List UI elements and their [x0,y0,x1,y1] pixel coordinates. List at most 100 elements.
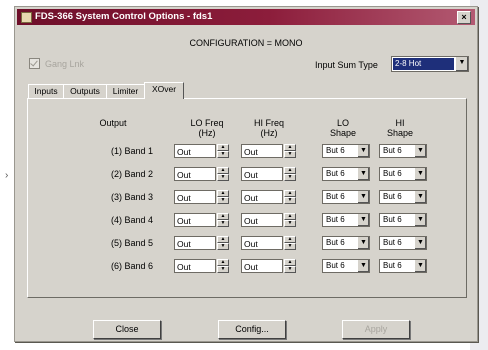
lo-freq-spinner[interactable]: ▲ ▼ [217,190,229,204]
spin-up-icon[interactable]: ▲ [284,213,296,220]
hi-freq-input[interactable]: Out [241,259,283,273]
chevron-down-icon[interactable]: ▼ [414,191,426,203]
hi-shape-select[interactable]: But 6 ▼ [379,213,427,227]
chevron-down-icon[interactable]: ▼ [357,168,369,180]
spin-up-icon[interactable]: ▲ [217,213,229,220]
chevron-down-icon[interactable]: ▼ [414,237,426,249]
lo-freq-spinner[interactable]: ▲ ▼ [217,144,229,158]
lo-freq-input[interactable]: Out [174,190,216,204]
input-sum-type-select[interactable]: 2-8 Hot ▼ [391,56,469,72]
chevron-down-icon[interactable]: ▼ [414,168,426,180]
hi-shape-select[interactable]: But 6 ▼ [379,144,427,158]
lo-shape-value: But 6 [326,192,345,201]
hi-shape-select[interactable]: But 6 ▼ [379,167,427,181]
spin-down-icon[interactable]: ▼ [284,220,296,227]
lo-freq-input[interactable]: Out [174,236,216,250]
hi-freq-spinner[interactable]: ▲ ▼ [284,144,296,158]
hi-freq-spinner[interactable]: ▲ ▼ [284,190,296,204]
hi-shape-value: But 6 [383,261,402,270]
chevron-down-icon[interactable]: ▼ [357,214,369,226]
hi-shape-header: HI Shape [386,118,414,138]
lo-freq-input[interactable]: Out [174,144,216,158]
spin-up-icon[interactable]: ▲ [217,236,229,243]
lo-freq-spinner[interactable]: ▲ ▼ [217,259,229,273]
lo-freq-input[interactable]: Out [174,167,216,181]
spin-down-icon[interactable]: ▼ [217,174,229,181]
hi-freq-input[interactable]: Out [241,167,283,181]
spin-down-icon[interactable]: ▼ [217,197,229,204]
gang-checkbox[interactable]: Gang Lnk [29,58,84,69]
spin-up-icon[interactable]: ▲ [284,144,296,151]
hi-freq-input[interactable]: Out [241,144,283,158]
spin-down-icon[interactable]: ▼ [284,174,296,181]
chevron-down-icon[interactable]: ▼ [414,145,426,157]
chevron-down-icon[interactable]: ▼ [357,145,369,157]
tab-outputs[interactable]: Outputs [63,84,107,98]
hi-shape-select[interactable]: But 6 ▼ [379,236,427,250]
lo-shape-select[interactable]: But 6 ▼ [322,144,370,158]
hi-freq-spinner[interactable]: ▲ ▼ [284,213,296,227]
spin-down-icon[interactable]: ▼ [217,151,229,158]
hi-freq-spinner[interactable]: ▲ ▼ [284,236,296,250]
chevron-down-icon[interactable]: ▼ [414,214,426,226]
chevron-down-icon[interactable]: ▼ [357,237,369,249]
tab-inputs[interactable]: Inputs [28,84,64,98]
spin-down-icon[interactable]: ▼ [217,266,229,273]
hi-shape-value: But 6 [383,192,402,201]
lo-shape-select[interactable]: But 6 ▼ [322,190,370,204]
lo-shape-select[interactable]: But 6 ▼ [322,213,370,227]
chevron-down-icon[interactable]: ▼ [357,191,369,203]
lo-freq-spinner[interactable]: ▲ ▼ [217,213,229,227]
spin-up-icon[interactable]: ▲ [217,144,229,151]
spin-down-icon[interactable]: ▼ [284,266,296,273]
hi-freq-input[interactable]: Out [241,213,283,227]
spin-up-icon[interactable]: ▲ [217,167,229,174]
hi-shape-select[interactable]: But 6 ▼ [379,190,427,204]
lo-shape-value: But 6 [326,146,345,155]
lo-freq-spinner[interactable]: ▲ ▼ [217,167,229,181]
desktop-mark: › [5,170,9,181]
hi-freq-header: HI Freq (Hz) [253,118,284,138]
spin-down-icon[interactable]: ▼ [284,197,296,204]
chevron-down-icon[interactable]: ▼ [414,260,426,272]
tab-limiter[interactable]: Limiter [106,84,145,98]
hi-freq-input[interactable]: Out [241,236,283,250]
spin-up-icon[interactable]: ▲ [217,259,229,266]
config-button[interactable]: Config... [218,320,286,339]
hi-shape-value: But 6 [383,146,402,155]
close-button[interactable]: Close [93,320,161,339]
hi-freq-spinner[interactable]: ▲ ▼ [284,259,296,273]
spin-up-icon[interactable]: ▲ [284,236,296,243]
hi-shape-value: But 6 [383,215,402,224]
lo-shape-select[interactable]: But 6 ▼ [322,167,370,181]
tab-xover[interactable]: XOver [144,82,184,99]
chevron-down-icon[interactable]: ▼ [455,57,468,71]
lo-freq-spinner[interactable]: ▲ ▼ [217,236,229,250]
lo-shape-value: But 6 [326,261,345,270]
lo-freq-input[interactable]: Out [174,213,216,227]
output-header: Output [99,118,127,128]
spin-down-icon[interactable]: ▼ [217,243,229,250]
hi-freq-spinner[interactable]: ▲ ▼ [284,167,296,181]
hi-freq-input[interactable]: Out [241,190,283,204]
spin-up-icon[interactable]: ▲ [284,259,296,266]
apply-button[interactable]: Apply [342,320,410,339]
close-icon[interactable]: × [457,11,471,24]
lo-shape-value: But 6 [326,215,345,224]
spin-up-icon[interactable]: ▲ [284,167,296,174]
spin-down-icon[interactable]: ▼ [217,220,229,227]
gang-label: Gang Lnk [45,58,85,69]
checkbox-icon[interactable] [29,58,40,69]
hi-shape-select[interactable]: But 6 ▼ [379,259,427,273]
spin-up-icon[interactable]: ▲ [217,190,229,197]
lo-shape-select[interactable]: But 6 ▼ [322,259,370,273]
band-label: (4) Band 4 [110,215,153,225]
chevron-down-icon[interactable]: ▼ [357,260,369,272]
spin-down-icon[interactable]: ▼ [284,151,296,158]
spin-up-icon[interactable]: ▲ [284,190,296,197]
spin-down-icon[interactable]: ▼ [284,243,296,250]
title-bar[interactable]: FDS-366 System Control Options - fds1 × [17,9,475,25]
lo-freq-header: LO Freq (Hz) [190,118,224,138]
lo-shape-select[interactable]: But 6 ▼ [322,236,370,250]
lo-freq-input[interactable]: Out [174,259,216,273]
